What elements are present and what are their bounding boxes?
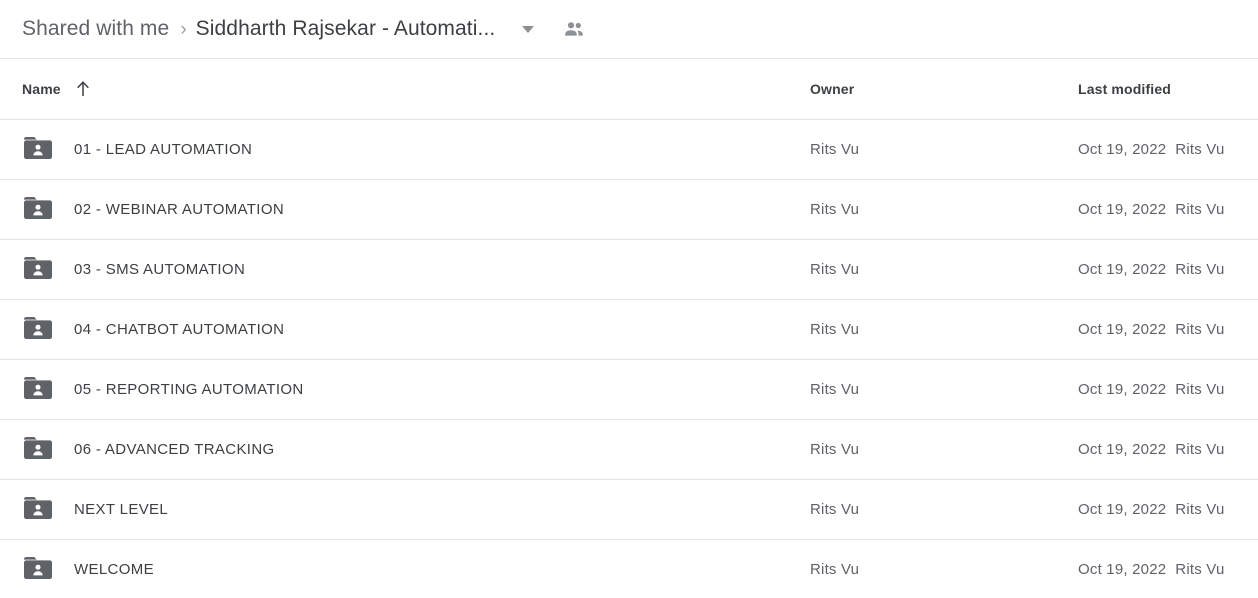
file-last-modified: Oct 19, 2022 Rits Vu	[1078, 501, 1258, 518]
last-modified-date: Oct 19, 2022	[1078, 141, 1167, 158]
shared-folder-icon	[24, 197, 52, 219]
file-last-modified: Oct 19, 2022 Rits Vu	[1078, 561, 1258, 578]
file-owner: Rits Vu	[810, 141, 860, 158]
file-list: 01 - LEAD AUTOMATION Rits Vu Oct 19, 2022 R…	[0, 120, 1258, 598]
file-name-cell[interactable]: 03 - SMS AUTOMATION	[0, 256, 810, 283]
file-owner: Rits Vu	[810, 321, 860, 338]
last-modified-date: Oct 19, 2022	[1078, 321, 1167, 338]
file-owner: Rits Vu	[810, 441, 860, 458]
file-name-label: 02 - WEBINAR AUTOMATION	[74, 201, 285, 218]
sort-ascending-button[interactable]	[75, 80, 91, 98]
table-row[interactable]: 01 - LEAD AUTOMATION Rits Vu Oct 19, 2022 R…	[0, 120, 1258, 180]
last-modified-by: Rits Vu	[1175, 141, 1225, 158]
file-name-cell[interactable]: 05 - REPORTING AUTOMATION	[0, 376, 810, 403]
file-owner: Rits Vu	[810, 501, 860, 518]
shared-folder-icon	[24, 557, 52, 579]
last-modified-date: Oct 19, 2022	[1078, 441, 1167, 458]
last-modified-by: Rits Vu	[1175, 441, 1225, 458]
shared-folder-icon	[24, 137, 52, 159]
shared-folder-icon	[24, 317, 52, 339]
file-name-label: 03 - SMS AUTOMATION	[74, 261, 246, 278]
last-modified-by: Rits Vu	[1175, 501, 1225, 518]
last-modified-by: Rits Vu	[1175, 321, 1225, 338]
file-name-label: 05 - REPORTING AUTOMATION	[74, 381, 304, 398]
file-owner: Rits Vu	[810, 261, 860, 278]
shared-folder-icon	[24, 497, 52, 519]
file-name-label: 06 - ADVANCED TRACKING	[74, 441, 275, 458]
table-row[interactable]: 03 - SMS AUTOMATION Rits Vu Oct 19, 2022 Ri…	[0, 240, 1258, 300]
last-modified-date: Oct 19, 2022	[1078, 561, 1167, 578]
table-row[interactable]: WELCOME Rits Vu Oct 19, 2022 Rits Vu	[0, 540, 1258, 598]
people-icon	[565, 22, 584, 36]
column-header-name[interactable]: Name	[0, 80, 810, 98]
table-row[interactable]: 06 - ADVANCED TRACKING Rits Vu Oct 19, 202…	[0, 420, 1258, 480]
file-name-cell[interactable]: 04 - CHATBOT AUTOMATION	[0, 316, 810, 343]
last-modified-by: Rits Vu	[1175, 381, 1225, 398]
shared-folder-icon	[24, 377, 52, 399]
file-owner: Rits Vu	[810, 201, 860, 218]
share-people-button[interactable]	[561, 16, 587, 42]
arrow-up-icon	[76, 81, 89, 96]
file-browser: Shared with me › Siddharth Rajsekar - Au…	[0, 0, 1258, 598]
file-name-cell[interactable]: 01 - LEAD AUTOMATION	[0, 136, 810, 163]
shared-folder-icon	[24, 437, 52, 459]
file-last-modified: Oct 19, 2022 Rits Vu	[1078, 321, 1258, 338]
file-last-modified: Oct 19, 2022 Rits Vu	[1078, 261, 1258, 278]
file-last-modified: Oct 19, 2022 Rits Vu	[1078, 381, 1258, 398]
last-modified-by: Rits Vu	[1175, 561, 1225, 578]
table-row[interactable]: 05 - REPORTING AUTOMATION Rits Vu Oct 19, …	[0, 360, 1258, 420]
shared-folder-icon	[24, 257, 52, 279]
column-headers: Name Owner Last modified	[0, 59, 1258, 120]
file-owner: Rits Vu	[810, 381, 860, 398]
file-name-label: WELCOME	[74, 561, 154, 578]
column-header-last-modified[interactable]: Last modified	[1078, 81, 1258, 97]
breadcrumb-current-folder[interactable]: Siddharth Rajsekar - Automati...	[196, 17, 496, 41]
breadcrumb-parent[interactable]: Shared with me	[22, 17, 169, 41]
file-last-modified: Oct 19, 2022 Rits Vu	[1078, 441, 1258, 458]
breadcrumb-separator-icon: ›	[180, 18, 187, 40]
column-header-name-label: Name	[22, 81, 61, 97]
file-name-label: 01 - LEAD AUTOMATION	[74, 141, 253, 158]
file-name-cell[interactable]: NEXT LEVEL	[0, 496, 810, 523]
last-modified-by: Rits Vu	[1175, 261, 1225, 278]
last-modified-date: Oct 19, 2022	[1078, 381, 1167, 398]
table-row[interactable]: 04 - CHATBOT AUTOMATION Rits Vu Oct 19, 20…	[0, 300, 1258, 360]
table-row[interactable]: 02 - WEBINAR AUTOMATION Rits Vu Oct 19, 20…	[0, 180, 1258, 240]
last-modified-date: Oct 19, 2022	[1078, 201, 1167, 218]
last-modified-date: Oct 19, 2022	[1078, 261, 1167, 278]
file-name-cell[interactable]: 02 - WEBINAR AUTOMATION	[0, 196, 810, 223]
file-name-cell[interactable]: 06 - ADVANCED TRACKING	[0, 436, 810, 463]
breadcrumb: Shared with me › Siddharth Rajsekar - Au…	[0, 0, 1258, 59]
last-modified-by: Rits Vu	[1175, 201, 1225, 218]
file-name-label: 04 - CHATBOT AUTOMATION	[74, 321, 285, 338]
file-last-modified: Oct 19, 2022 Rits Vu	[1078, 201, 1258, 218]
file-name-label: NEXT LEVEL	[74, 501, 169, 518]
last-modified-date: Oct 19, 2022	[1078, 501, 1167, 518]
file-name-cell[interactable]: WELCOME	[0, 556, 810, 583]
file-last-modified: Oct 19, 2022 Rits Vu	[1078, 141, 1258, 158]
chevron-down-icon	[522, 25, 535, 33]
table-row[interactable]: NEXT LEVEL Rits Vu Oct 19, 2022 Rits Vu	[0, 480, 1258, 540]
column-header-owner[interactable]: Owner	[810, 81, 1078, 97]
file-owner: Rits Vu	[810, 561, 860, 578]
folder-options-dropdown[interactable]	[517, 18, 539, 40]
